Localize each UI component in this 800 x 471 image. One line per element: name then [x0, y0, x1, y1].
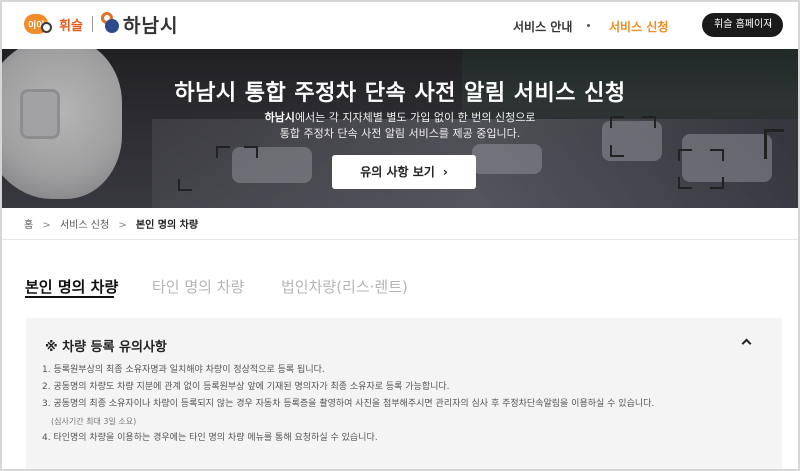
notice-item: 4. 타인명의 차량을 이용하는 경우에는 타인 명의 차량 메뉴를 통해 요청…	[42, 433, 378, 443]
breadcrumb-separator-icon: >	[118, 220, 127, 231]
active-tab-underline	[25, 296, 114, 298]
whistle-logo-dot	[41, 22, 52, 33]
notice-item: 3. 공동명의 최종 소유자이나 차량이 등록되지 않는 경우 자동차 등록증을…	[42, 399, 655, 409]
notice-title[interactable]: ※ 차량 등록 유의사항	[45, 336, 167, 355]
notice-item: 2. 공동명의 차량도 차량 지분에 관계 없이 등록원부상 앞에 기재된 명의…	[42, 382, 450, 392]
breadcrumb-current: 본인 명의 차량	[135, 220, 199, 231]
chevron-right-icon: ›	[442, 165, 448, 179]
brand-name[interactable]: 휘슬	[59, 15, 83, 34]
hero-description-line-1: 하남시에서는 각 지자체별 별도 가입 없이 한 번의 신청으로	[2, 110, 798, 126]
tab-corporate-vehicle[interactable]: 법인차량(리스·렌트)	[281, 276, 408, 297]
notice-item: 1. 등록원부상의 최종 소유자명과 일치해야 차량이 정상적으로 등록 됩니다…	[42, 365, 325, 375]
registration-notice-panel: ※ 차량 등록 유의사항 1. 등록원부상의 최종 소유자명과 일치해야 차량이…	[26, 318, 782, 469]
detection-bracket	[678, 177, 692, 189]
whistle-logo-icon[interactable]: 이이	[24, 12, 54, 36]
page-frame: 이이 휘슬 하남시 서비스 안내 서비스 신청 휘슬 홈페이지 › 하남시 통합…	[0, 0, 800, 471]
city-name[interactable]: 하남시	[123, 11, 178, 38]
detection-bracket	[678, 149, 692, 161]
detection-bracket	[178, 179, 192, 191]
nav-service-apply[interactable]: 서비스 신청	[609, 18, 668, 35]
nav-separator-dot	[587, 24, 590, 27]
view-notice-label: 유의 사항 보기	[360, 165, 435, 179]
breadcrumb-service-apply[interactable]: 서비스 신청	[60, 220, 109, 231]
chevron-right-icon: ›	[768, 19, 772, 30]
logo-divider	[92, 16, 93, 32]
detection-bracket	[610, 145, 624, 157]
tab-own-vehicle[interactable]: 본인 명의 차량	[25, 276, 118, 297]
detection-bracket	[710, 149, 724, 161]
detection-bracket	[216, 146, 230, 158]
tab-other-vehicle[interactable]: 타인 명의 차량	[152, 276, 244, 297]
hero-description: 하남시에서는 각 지자체별 별도 가입 없이 한 번의 신청으로 통합 주정차 …	[2, 110, 798, 142]
view-notice-button[interactable]: 유의 사항 보기 ›	[332, 155, 476, 189]
hero-banner: 하남시 통합 주정차 단속 사전 알림 서비스 신청 하남시에서는 각 지자체별…	[2, 49, 798, 208]
notice-list: 1. 등록원부상의 최종 소유자명과 일치해야 차량이 정상적으로 등록 됩니다…	[42, 362, 772, 447]
breadcrumb-separator-icon: >	[42, 220, 51, 231]
whistle-home-button[interactable]: 휘슬 홈페이지 ›	[702, 13, 783, 37]
hero-description-city: 하남시	[264, 111, 295, 124]
breadcrumb-home[interactable]: 홈	[24, 220, 33, 231]
breadcrumb-divider	[2, 239, 798, 240]
city-emblem-icon	[101, 12, 121, 34]
hero-description-line-2: 통합 주정차 단속 사전 알림 서비스를 제공 중입니다.	[279, 127, 521, 140]
home-button-label: 휘슬 홈페이지	[714, 19, 773, 30]
notice-sub-note: (심사기간 최대 3일 소요)	[51, 417, 137, 426]
nav-service-info[interactable]: 서비스 안내	[513, 18, 572, 35]
hero-description-line-1-text: 에서는 각 지자체별 별도 가입 없이 한 번의 신청으로	[294, 111, 536, 124]
breadcrumb: 홈 > 서비스 신청 > 본인 명의 차량	[24, 216, 204, 231]
detection-bracket	[710, 177, 724, 189]
chevron-up-icon[interactable]	[741, 338, 752, 349]
hero-title: 하남시 통합 주정차 단속 사전 알림 서비스 신청	[174, 81, 626, 106]
site-header: 이이 휘슬 하남시 서비스 안내 서비스 신청 휘슬 홈페이지 ›	[2, 2, 798, 49]
detection-bracket	[244, 146, 258, 158]
